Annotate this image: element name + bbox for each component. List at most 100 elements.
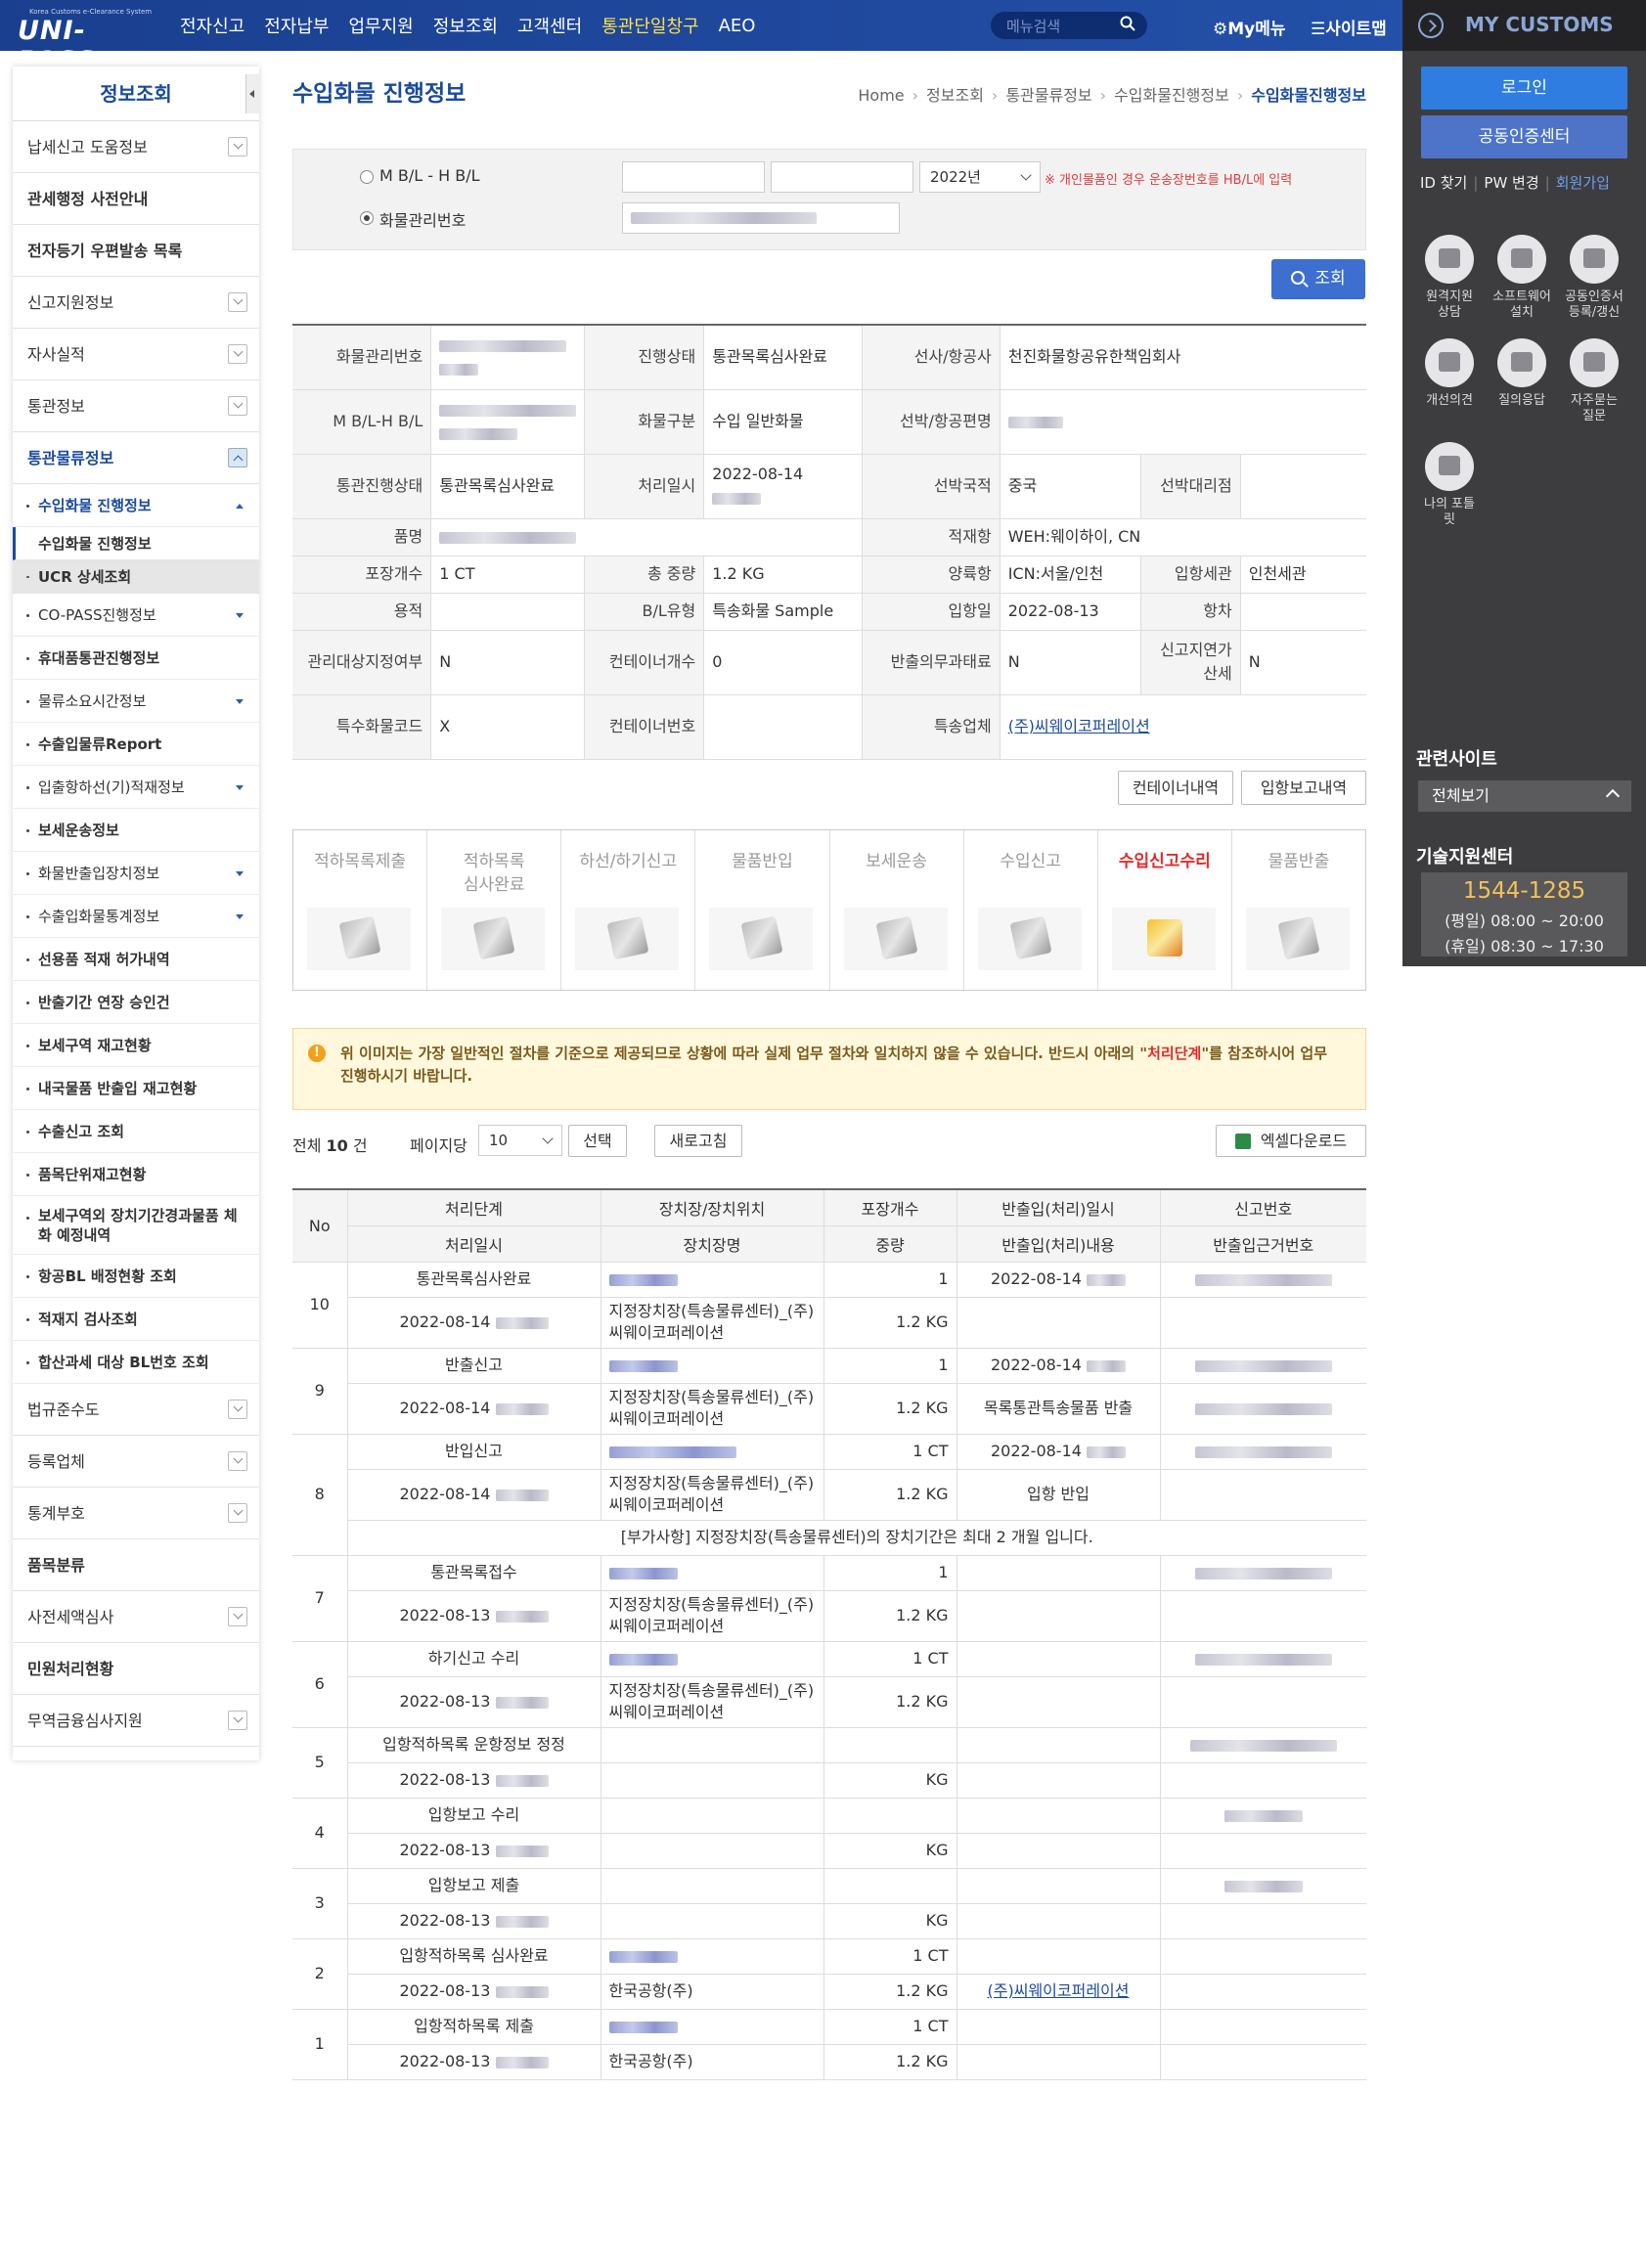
sidebar-subitem[interactable]: 반출기간 연장 승인건 [13, 981, 259, 1024]
sidebar-item[interactable]: 사전세액심사 [13, 1591, 259, 1643]
excel-download-button[interactable]: 엑셀다운로드 [1216, 1125, 1366, 1157]
sidebar-subitem[interactable]: 물류소요시간정보 [13, 680, 259, 723]
sidebar-subitem[interactable]: 입출항하선(기)적재정보 [13, 766, 259, 809]
chevron-down-icon[interactable] [228, 1607, 247, 1626]
sidebar-subitem[interactable]: 보세구역 재고현황 [13, 1024, 259, 1067]
chevron-right-icon[interactable] [1418, 13, 1444, 38]
courier-link[interactable]: (주)씨웨이코퍼레이션 [1008, 717, 1150, 735]
search-icon[interactable] [1120, 16, 1135, 31]
row-loc[interactable] [601, 1434, 824, 1470]
query-button[interactable]: 조회 [1271, 259, 1365, 299]
cert-center-button[interactable]: 공동인증센터 [1421, 115, 1627, 158]
quick-link[interactable]: 개선의견 [1412, 338, 1487, 409]
chevron-up-icon[interactable] [228, 448, 247, 467]
breadcrumb-item[interactable]: 수입화물진행정보 [1251, 86, 1366, 105]
sidebar-subitem[interactable]: CO-PASS진행정보 [13, 594, 259, 637]
gnb-item[interactable]: AEO [719, 16, 756, 36]
row-loc[interactable] [601, 1262, 824, 1298]
gnb-item[interactable]: 전자납부 [264, 13, 329, 38]
sidebar-item[interactable]: 품목분류 [13, 1539, 259, 1591]
sitemap-button[interactable]: ☰사이트맵 [1311, 15, 1387, 39]
sidebar-item[interactable]: 통관정보 [13, 380, 259, 432]
radio-bl[interactable] [360, 170, 374, 184]
chevron-down-icon[interactable] [228, 292, 247, 312]
breadcrumb-item[interactable]: 수입화물진행정보 [1114, 86, 1229, 105]
hbl-input[interactable] [771, 161, 913, 193]
chevron-down-icon[interactable] [228, 1400, 247, 1419]
sidebar-subitem[interactable]: 합산과세 대상 BL번호 조회 [13, 1341, 259, 1384]
sidebar-subitem-active[interactable]: 수입화물 진행정보 [13, 484, 259, 527]
row-loc[interactable] [601, 1868, 824, 1904]
sidebar-item[interactable]: 신고지원정보 [13, 277, 259, 329]
chevron-down-icon[interactable] [228, 1451, 247, 1471]
sidebar-subitem[interactable]: 수출신고 조회 [13, 1110, 259, 1153]
breadcrumb-item[interactable]: 정보조회 [926, 86, 984, 105]
row-loc[interactable] [601, 1938, 824, 1975]
quick-link[interactable]: 원격지원 상담 [1412, 235, 1487, 321]
sidebar-subitem[interactable]: 보세운송정보 [13, 809, 259, 852]
sidebar-item[interactable]: 민원처리현황 [13, 1643, 259, 1695]
courier-link[interactable]: (주)씨웨이코퍼레이션 [988, 1981, 1130, 2000]
sidebar-subitem[interactable]: 적재지 검사조회 [13, 1298, 259, 1341]
quick-link[interactable]: 자주묻는 질문 [1557, 338, 1631, 424]
gnb-item[interactable]: 통관단일창구 [601, 13, 698, 38]
sidebar-subitem[interactable]: 내국물품 반출입 재고현황 [13, 1067, 259, 1110]
sidebar-item[interactable]: 납세신고 도움정보 [13, 121, 259, 173]
year-select[interactable]: 2022년 [919, 161, 1041, 193]
collapse-icon[interactable] [245, 74, 259, 113]
menu-search[interactable]: 메뉴검색 [991, 12, 1147, 39]
mbl-input[interactable] [622, 161, 765, 193]
sidebar-subitem[interactable]: 휴대품통관진행정보 [13, 637, 259, 680]
sidebar-subitem[interactable]: 선용품 적재 허가내역 [13, 938, 259, 981]
quick-link[interactable]: 공동인증서 등록/갱신 [1557, 235, 1631, 321]
gnb-item[interactable]: 고객센터 [517, 13, 582, 38]
sidebar-subitem[interactable]: 항공BL 배정현황 조회 [13, 1255, 259, 1298]
gnb-item[interactable]: 정보조회 [433, 13, 498, 38]
breadcrumb-item[interactable]: 통관물류정보 [1005, 86, 1091, 105]
radio-cargo-no[interactable] [360, 211, 374, 225]
gnb-item[interactable]: 업무지원 [349, 13, 414, 38]
chevron-down-icon[interactable] [228, 1503, 247, 1523]
container-history-button[interactable]: 컨테이너내역 [1118, 771, 1233, 805]
chevron-down-icon[interactable] [228, 344, 247, 364]
sidebar-item[interactable]: 전자등기 우편발송 목록 [13, 225, 259, 277]
sidebar-subsub-ucr[interactable]: UCR 상세조회 [13, 560, 259, 594]
sidebar-subitem[interactable]: 화물반출입장치정보 [13, 852, 259, 895]
row-loc[interactable] [601, 1555, 824, 1591]
sidebar-item[interactable]: 등록업체 [13, 1436, 259, 1488]
sidebar-item[interactable]: 법규준수도 [13, 1384, 259, 1436]
breadcrumb-item[interactable]: Home [858, 86, 904, 105]
login-button[interactable]: 로그인 [1421, 67, 1627, 110]
cargo-no-input[interactable] [622, 202, 900, 234]
sidebar-subitem[interactable]: 수출입물류Report [13, 723, 259, 766]
refresh-button[interactable]: 새로고침 [654, 1125, 742, 1157]
gnb-item[interactable]: 전자신고 [180, 13, 245, 38]
chevron-down-icon[interactable] [228, 1711, 247, 1730]
sidebar-item[interactable]: 통계부호 [13, 1488, 259, 1539]
join-link[interactable]: 회원가입 [1556, 174, 1610, 192]
sidebar-item[interactable]: 관세행정 사전안내 [13, 173, 259, 225]
quick-link[interactable]: 소프트웨어 설치 [1485, 235, 1559, 321]
entry-report-button[interactable]: 입항보고내역 [1241, 771, 1366, 805]
sidebar-item-active-group[interactable]: 통관물류정보 [13, 432, 259, 484]
pw-change-link[interactable]: PW 변경 [1484, 174, 1538, 192]
mymenu-button[interactable]: ⚙My메뉴 [1213, 15, 1286, 39]
sidebar-subitem[interactable]: 보세구역외 장치기간경과물품 체화 예정내역 [13, 1196, 259, 1255]
quick-link[interactable]: 나의 포틀 릿 [1412, 442, 1487, 528]
select-button[interactable]: 선택 [568, 1125, 627, 1157]
row-loc[interactable] [601, 1348, 824, 1384]
sidebar-subsub-current[interactable]: 수입화물 진행정보 [13, 527, 259, 560]
row-loc[interactable] [601, 1798, 824, 1834]
chevron-down-icon[interactable] [228, 396, 247, 416]
row-loc[interactable] [601, 2009, 824, 2045]
row-loc[interactable] [601, 1641, 824, 1677]
unipass-logo[interactable]: Korea Customs e-Clearance System UNI-PAS… [18, 8, 152, 76]
sidebar-subitem[interactable]: 품목단위재고현황 [13, 1153, 259, 1196]
per-page-select[interactable]: 10 [478, 1125, 562, 1156]
sidebar-item[interactable]: 자사실적 [13, 329, 259, 380]
row-loc[interactable] [601, 1727, 824, 1763]
sidebar-subitem[interactable]: 수출입화물통계정보 [13, 895, 259, 938]
id-find-link[interactable]: ID 찾기 [1420, 174, 1467, 192]
quick-link[interactable]: 질의응답 [1485, 338, 1559, 409]
related-sites-select[interactable]: 전체보기 [1418, 780, 1631, 812]
